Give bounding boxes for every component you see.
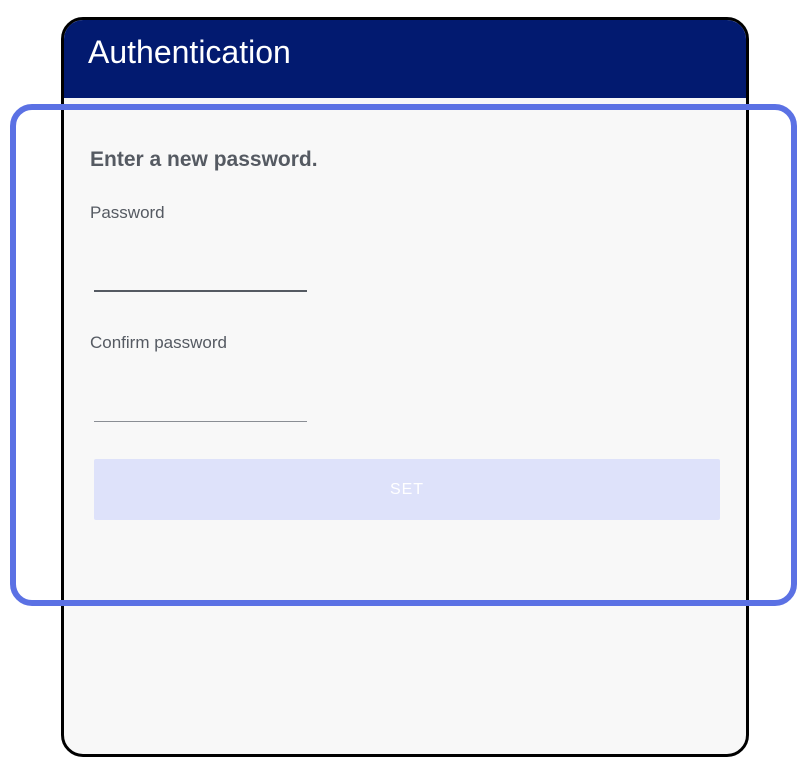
confirm-password-input[interactable] bbox=[94, 387, 307, 422]
form-heading: Enter a new password. bbox=[90, 148, 318, 171]
phone-screen: Authentication Enter a new password. Pas… bbox=[61, 17, 749, 757]
set-button[interactable]: SET bbox=[94, 459, 720, 520]
app-bar: Authentication bbox=[64, 20, 746, 98]
app-title: Authentication bbox=[88, 34, 291, 70]
confirm-password-label: Confirm password bbox=[90, 333, 227, 352]
password-label: Password bbox=[90, 203, 165, 222]
password-input[interactable] bbox=[94, 256, 307, 292]
